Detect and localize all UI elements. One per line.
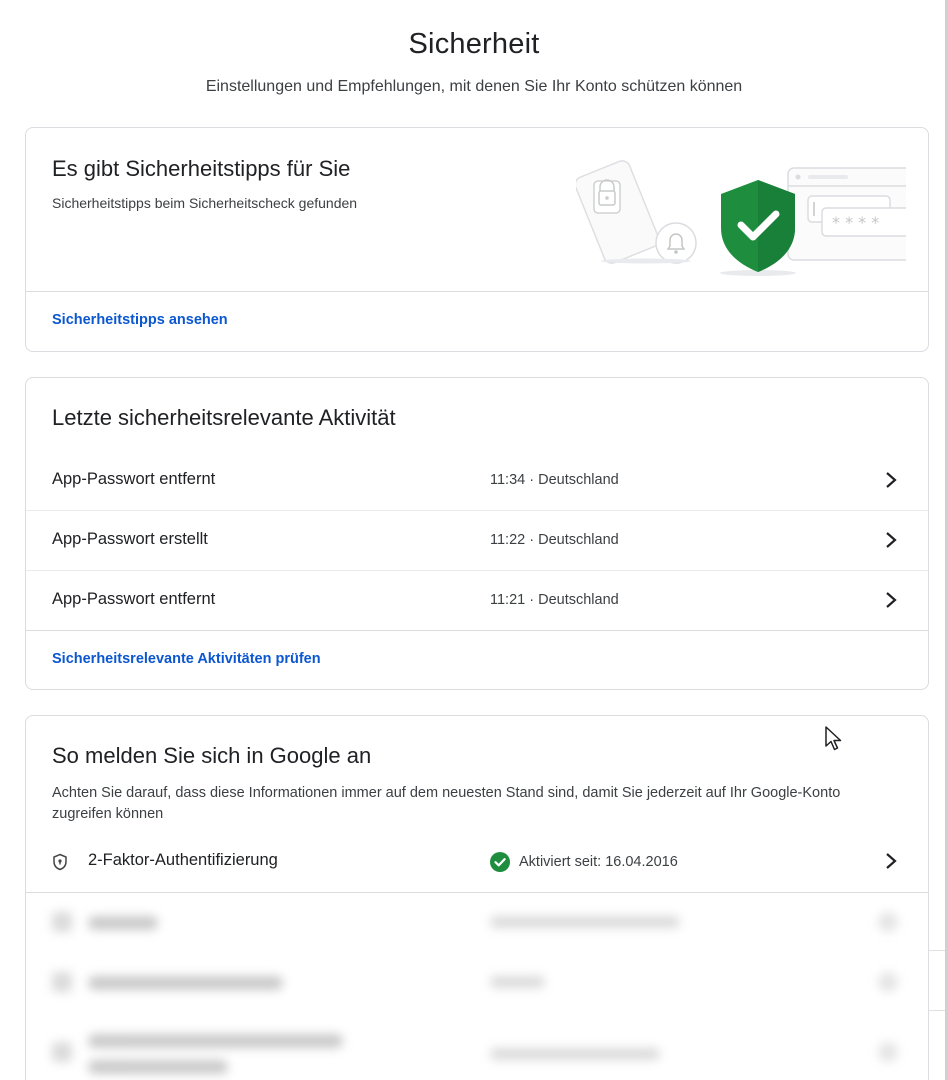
two-factor-auth-status-text: Aktiviert seit: 16.04.2016: [519, 854, 678, 870]
activity-title: Letzte sicherheitsrelevante Aktivität: [52, 405, 396, 430]
activity-label: App-Passwort entfernt: [52, 590, 216, 608]
blurred-icon: [52, 912, 72, 932]
password-window-icon: * * * *: [787, 167, 906, 261]
blurred-icon: [52, 1042, 72, 1062]
shield-icon: [53, 853, 67, 871]
two-factor-auth-label: 2-Faktor-Authentifizierung: [88, 851, 278, 869]
signin-title: So melden Sie sich in Google an: [52, 743, 372, 768]
chevron-right-icon: [886, 853, 897, 869]
bell-icon: [655, 222, 697, 264]
blurred-icon: [52, 972, 72, 992]
security-tips-illustration: * * * *: [576, 160, 906, 276]
activity-row[interactable]: App-Passwort entfernt 11:34 · Deutschlan…: [26, 450, 928, 510]
activity-meta: 11:21 · Deutschland: [490, 592, 619, 608]
two-factor-auth-status: Aktiviert seit: 16.04.2016: [490, 852, 678, 872]
blurred-row: [26, 892, 928, 952]
blurred-row: [26, 952, 928, 1012]
activity-label: App-Passwort erstellt: [52, 530, 208, 548]
activity-meta: 11:22 · Deutschland: [490, 532, 619, 548]
password-mask: * * * *: [832, 213, 879, 232]
two-factor-auth-row[interactable]: 2-Faktor-Authentifizierung Aktiviert sei…: [26, 831, 928, 891]
card-divider: [26, 630, 928, 631]
blurred-row: [26, 1022, 928, 1080]
signin-description: Achten Sie darauf, dass diese Informatio…: [52, 785, 841, 822]
activity-row[interactable]: App-Passwort erstellt 11:22 · Deutschlan…: [26, 510, 928, 570]
chevron-right-icon: [886, 592, 897, 608]
shield-check-icon: [720, 180, 796, 276]
activity-row[interactable]: App-Passwort entfernt 11:21 · Deutschlan…: [26, 570, 928, 630]
recent-activity-card: Letzte sicherheitsrelevante Aktivität Ap…: [25, 377, 929, 690]
security-tips-card: Es gibt Sicherheitstipps für Sie Sicherh…: [25, 127, 929, 352]
signin-methods-card: So melden Sie sich in Google an Achten S…: [25, 715, 929, 1080]
phone-lock-icon: [576, 160, 660, 264]
mouse-cursor-icon: [825, 726, 842, 751]
tips-description: Sicherheitstipps beim Sicherheitscheck g…: [52, 195, 358, 211]
review-security-activity-link[interactable]: Sicherheitsrelevante Aktivitäten prüfen: [52, 651, 321, 667]
chevron-right-icon: [886, 472, 897, 488]
chevron-right-icon: [886, 532, 897, 548]
page-title: Sicherheit: [408, 28, 540, 60]
view-security-tips-link[interactable]: Sicherheitstipps ansehen: [52, 312, 228, 328]
security-page: Sicherheit Einstellungen und Empfehlunge…: [0, 0, 948, 1080]
check-circle-icon: [490, 852, 510, 872]
activity-meta: 11:34 · Deutschland: [490, 472, 619, 488]
card-divider: [26, 291, 928, 292]
page-subtitle: Einstellungen und Empfehlungen, mit dene…: [205, 78, 743, 95]
activity-label: App-Passwort entfernt: [52, 470, 216, 488]
tips-title: Es gibt Sicherheitstipps für Sie: [52, 156, 351, 181]
